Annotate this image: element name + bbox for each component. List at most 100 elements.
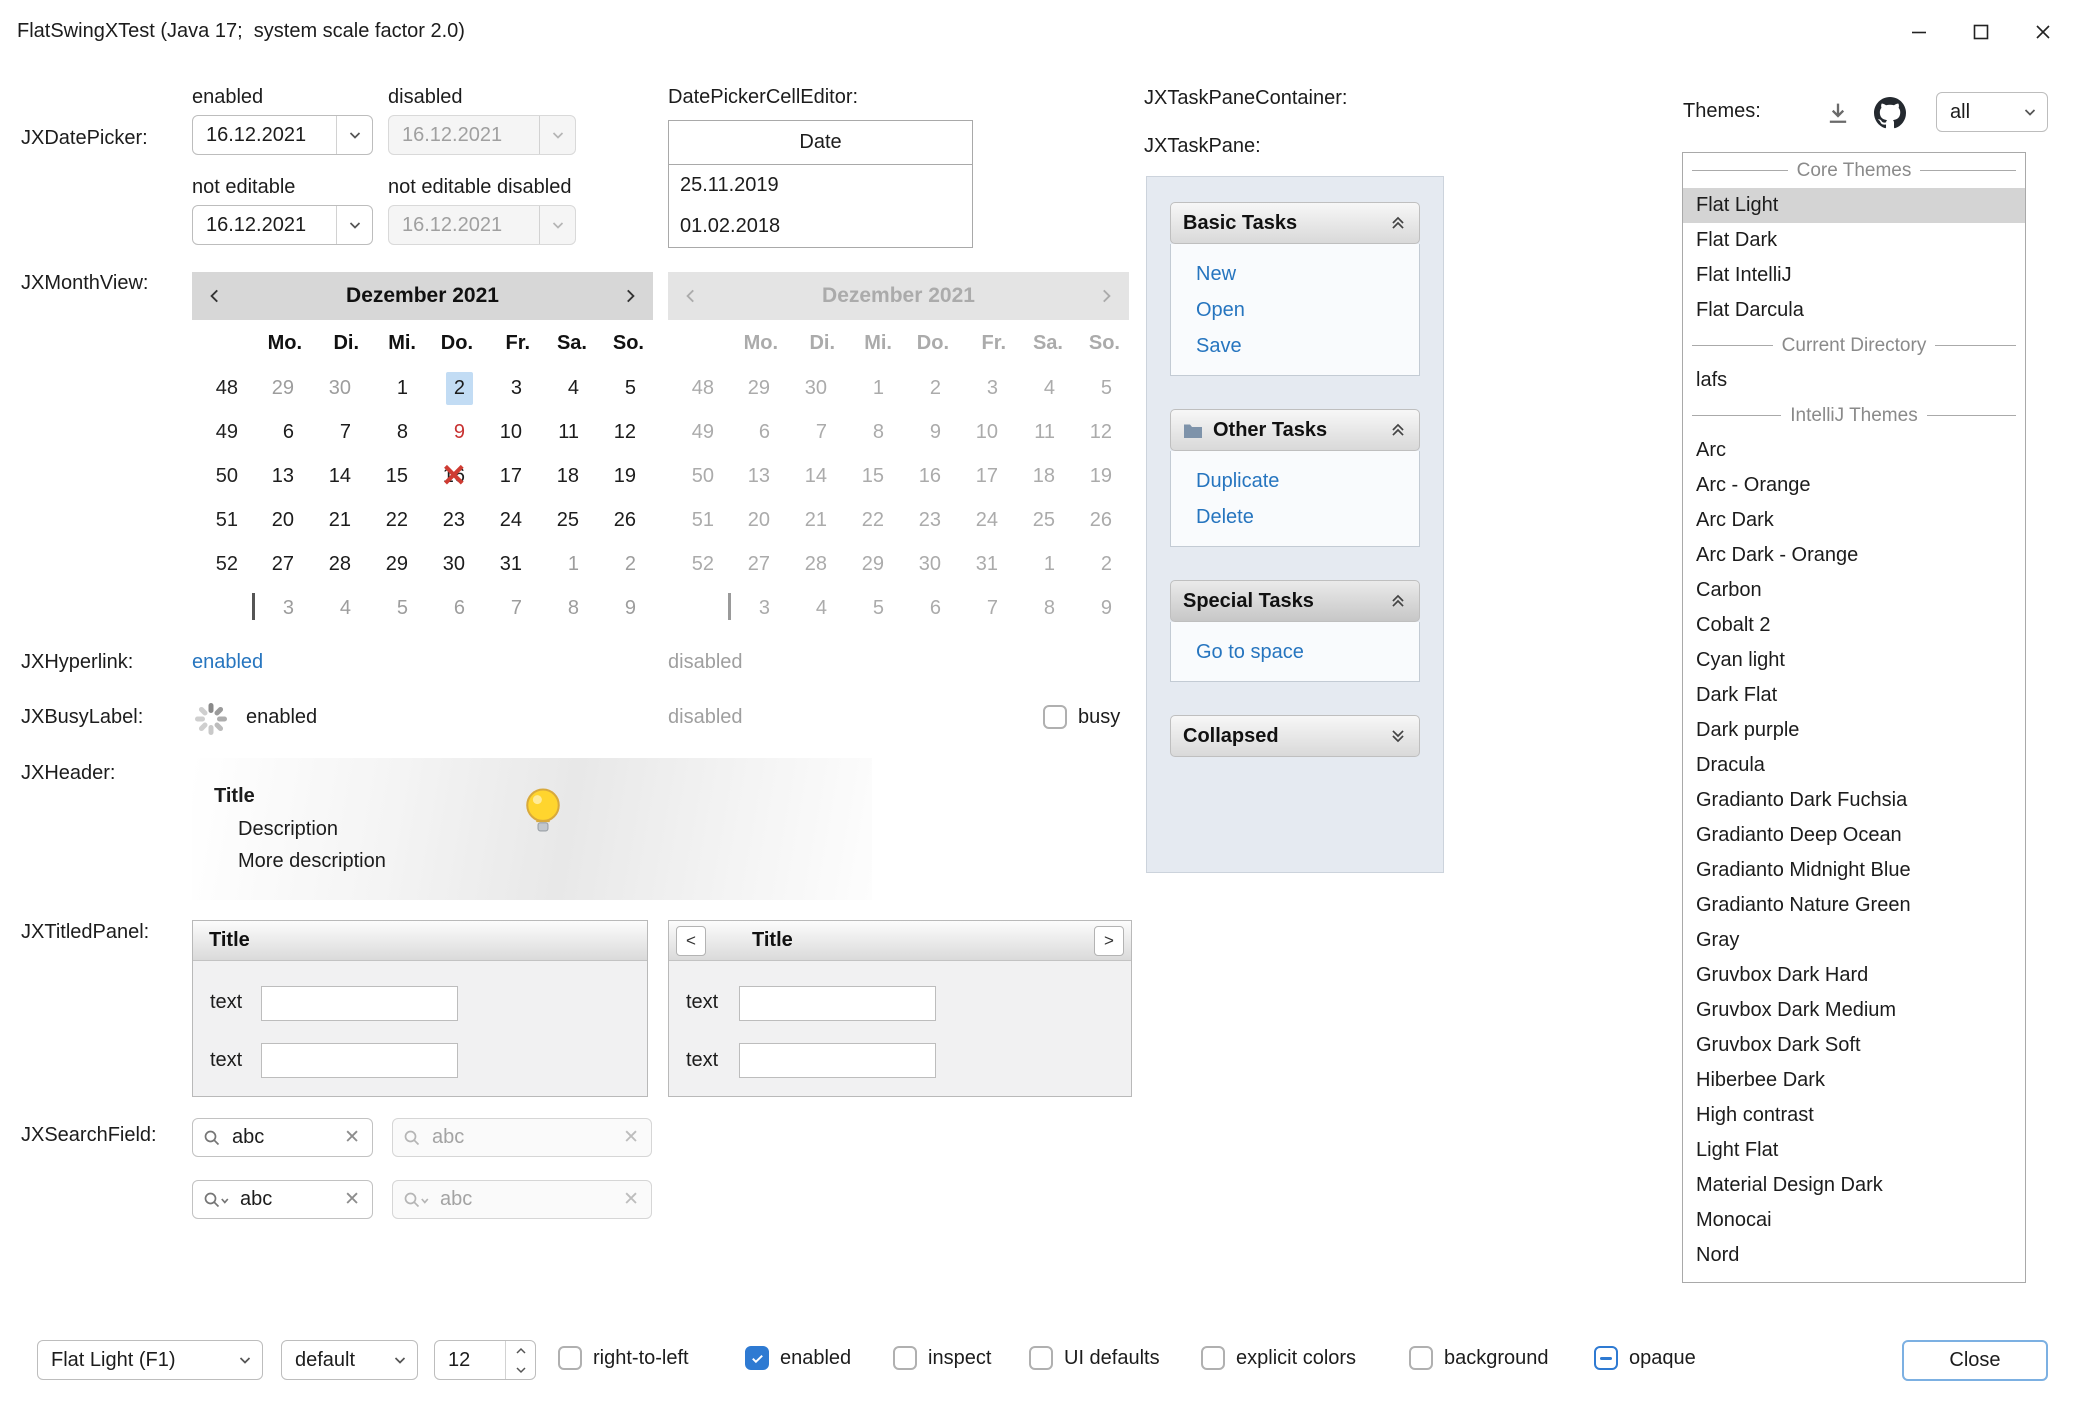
prev-button[interactable]: < [676,926,706,956]
day-cell[interactable]: 21 [311,498,368,542]
search-field-enabled[interactable]: abc ✕ [192,1118,373,1157]
theme-item[interactable]: Dracula [1683,748,2025,783]
day-cell[interactable]: 4 [539,366,596,410]
theme-list[interactable]: Core ThemesFlat LightFlat DarkFlat Intel… [1682,152,2026,1283]
theme-item[interactable]: Gruvbox Dark Soft [1683,1028,2025,1063]
checkbox-background[interactable]: background [1409,1346,1549,1370]
chevron-down-icon[interactable] [336,206,372,244]
taskpane-header-special-tasks[interactable]: Special Tasks [1170,580,1420,622]
checkbox-inspect[interactable]: inspect [893,1346,991,1370]
theme-item[interactable]: Arc Dark [1683,503,2025,538]
theme-item[interactable]: Arc - Orange [1683,468,2025,503]
task-link-open[interactable]: Open [1196,297,1409,324]
clear-icon[interactable]: ✕ [344,1188,360,1211]
theme-item[interactable]: Gradianto Nature Green [1683,888,2025,923]
day-cell[interactable]: 4 [311,586,368,630]
theme-item[interactable]: Gruvbox Dark Medium [1683,993,2025,1028]
next-button[interactable]: > [1094,926,1124,956]
next-month-button[interactable] [607,272,653,320]
day-cell[interactable]: 11 [539,410,596,454]
day-cell[interactable]: 13 [254,454,311,498]
task-link-duplicate[interactable]: Duplicate [1196,468,1409,495]
day-cell[interactable]: 22 [368,498,425,542]
task-link-delete[interactable]: Delete [1196,504,1409,531]
day-cell[interactable]: 5 [368,586,425,630]
minimize-button[interactable] [1888,0,1950,63]
day-cell[interactable]: 9 [596,586,653,630]
theme-item[interactable]: Flat Light [1683,188,2025,223]
theme-item[interactable]: Dark Flat [1683,678,2025,713]
day-cell[interactable]: 28 [311,542,368,586]
chevron-down-icon[interactable] [336,116,372,154]
laf-combobox[interactable]: Flat Light (F1) [37,1340,263,1380]
close-button[interactable]: Close [1902,1340,2048,1381]
text-input[interactable] [261,986,458,1021]
checkbox-enabled[interactable]: enabled [745,1346,851,1370]
checkbox-right-to-left[interactable]: right-to-left [558,1346,689,1370]
collapse-icon[interactable] [1389,421,1407,439]
day-cell[interactable]: 8 [368,410,425,454]
theme-item[interactable]: Arc Dark - Orange [1683,538,2025,573]
table-row[interactable]: 25.11.2019 [669,165,972,206]
theme-item[interactable]: Cyan light [1683,643,2025,678]
checkbox-busy[interactable]: busy [1043,705,1120,729]
theme-item[interactable]: Gruvbox Dark Hard [1683,958,2025,993]
theme-item[interactable]: Nord [1683,1238,2025,1273]
day-cell[interactable]: 5 [596,366,653,410]
day-cell[interactable]: 26 [596,498,653,542]
theme-item[interactable]: Flat Darcula [1683,293,2025,328]
day-cell[interactable]: 1 [368,366,425,410]
github-icon[interactable] [1868,92,1912,134]
day-cell[interactable]: 6 [425,586,482,630]
text-input[interactable] [739,986,936,1021]
spinner-up-button[interactable] [506,1341,535,1360]
window-close-button[interactable] [2012,0,2074,63]
day-cell[interactable]: 30 [425,542,482,586]
taskpane-header-basic-tasks[interactable]: Basic Tasks [1170,202,1420,244]
search-value[interactable]: abc [232,1126,344,1149]
day-cell[interactable]: 30 [311,366,368,410]
text-input[interactable] [739,1043,936,1078]
style-combobox[interactable]: default [281,1340,418,1380]
search-value[interactable]: abc [240,1188,344,1211]
day-cell[interactable]: 24 [482,498,539,542]
day-cell[interactable]: 12 [596,410,653,454]
day-cell[interactable]: 7 [482,586,539,630]
day-cell[interactable]: 6 [254,410,311,454]
prev-month-button[interactable] [192,272,238,320]
theme-item[interactable]: Material Design Dark [1683,1168,2025,1203]
day-cell[interactable]: 31 [482,542,539,586]
checkbox-explicit-colors[interactable]: explicit colors [1201,1346,1356,1370]
theme-item[interactable]: Gradianto Dark Fuchsia [1683,783,2025,818]
day-cell[interactable]: 29 [368,542,425,586]
collapse-icon[interactable] [1389,214,1407,232]
day-cell[interactable]: 3 [482,366,539,410]
day-cell[interactable]: 27 [254,542,311,586]
checkbox-ui-defaults[interactable]: UI defaults [1029,1346,1160,1370]
theme-item[interactable]: High contrast [1683,1098,2025,1133]
theme-item[interactable]: Gray [1683,923,2025,958]
theme-item[interactable]: Dark purple [1683,713,2025,748]
day-cell[interactable]: 20 [254,498,311,542]
search-with-menu-icon[interactable] [203,1191,229,1209]
theme-item[interactable]: Flat Dark [1683,223,2025,258]
clear-icon[interactable]: ✕ [344,1126,360,1149]
maximize-button[interactable] [1950,0,2012,63]
datepicker-enabled[interactable]: 16.12.2021 [192,115,373,155]
day-cell[interactable]: 1 [539,542,596,586]
day-cell[interactable]: 8 [539,586,596,630]
search-field-with-menu-enabled[interactable]: abc ✕ [192,1180,373,1219]
day-cell[interactable]: 18 [539,454,596,498]
datepicker-not-editable[interactable]: 16.12.2021 [192,205,373,245]
day-cell[interactable]: 14 [311,454,368,498]
theme-item[interactable]: Flat IntelliJ [1683,258,2025,293]
day-cell[interactable]: 10 [482,410,539,454]
day-cell[interactable]: 2 [425,366,482,410]
day-cell[interactable]: 17 [482,454,539,498]
spinner-down-button[interactable] [506,1360,535,1379]
theme-item[interactable]: Cobalt 2 [1683,608,2025,643]
theme-item[interactable]: Monocai [1683,1203,2025,1238]
taskpane-header-other-tasks[interactable]: Other Tasks [1170,409,1420,451]
theme-filter-combobox[interactable]: all [1936,92,2048,132]
theme-item[interactable]: Gradianto Deep Ocean [1683,818,2025,853]
